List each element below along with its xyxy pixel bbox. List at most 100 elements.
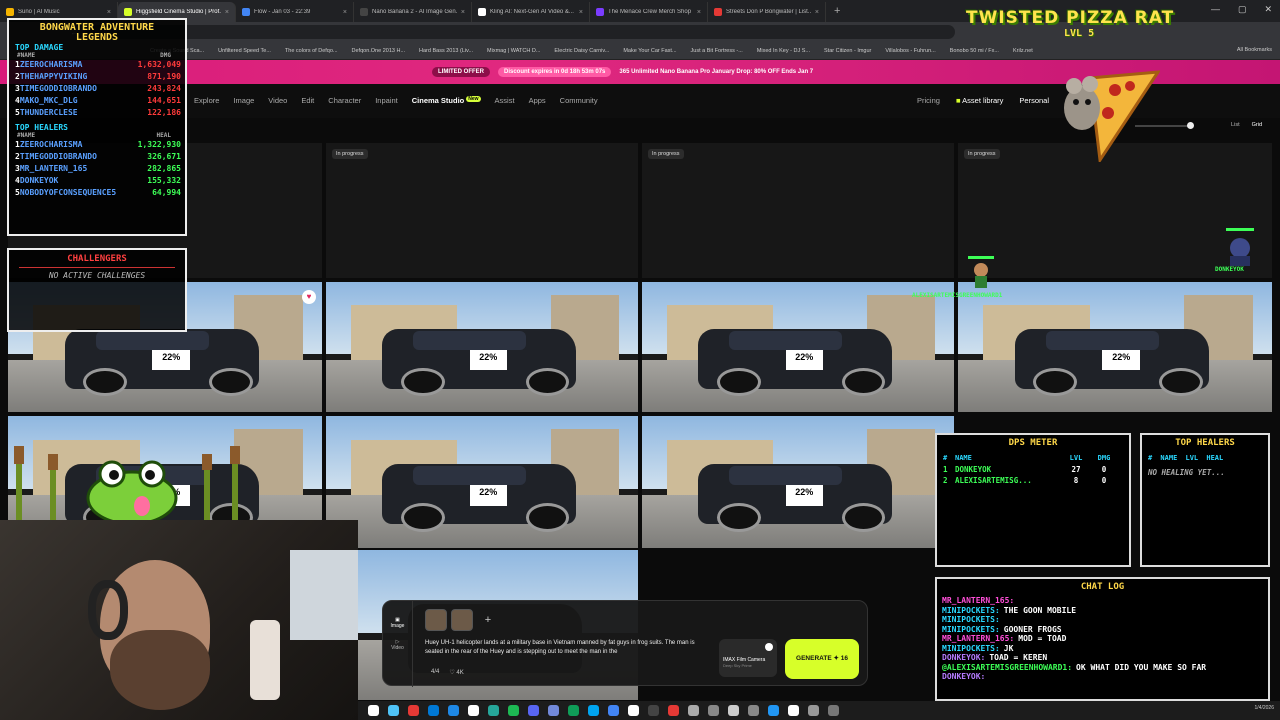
close-tab-icon[interactable]: ×	[107, 9, 111, 16]
nav-image[interactable]: Image	[233, 96, 254, 105]
taskbar-app-icon[interactable]	[808, 705, 819, 716]
bookmark-item[interactable]: Krilz.net	[1013, 48, 1033, 54]
taskbar-app-icon[interactable]	[408, 705, 419, 716]
generated-image[interactable]: 22%	[326, 416, 638, 548]
browser-tab[interactable]: Streets Don P Bongwater | List... ×	[708, 2, 826, 22]
bookmark-item[interactable]: Defqon.One 2013 H...	[352, 48, 406, 54]
taskbar-app-icon[interactable]	[708, 705, 719, 716]
taskbar-app-icon[interactable]	[608, 705, 619, 716]
close-tab-icon[interactable]: ×	[815, 9, 819, 16]
reference-image[interactable]	[425, 609, 447, 631]
maximize-button[interactable]: ▢	[1238, 4, 1247, 15]
taskbar-app-icon[interactable]	[528, 705, 539, 716]
browser-tab[interactable]: The Menace Crew Merch Shop ×	[590, 2, 708, 22]
taskbar-app-icon[interactable]	[548, 705, 559, 716]
close-tab-icon[interactable]: ×	[225, 9, 229, 16]
close-window-button[interactable]: ✕	[1264, 4, 1272, 15]
reference-image[interactable]	[451, 609, 473, 631]
bookmark-item[interactable]: Unfiltered Speed Te...	[218, 48, 271, 54]
bookmark-item[interactable]: Bonobo 50 mi / Fx...	[950, 48, 999, 54]
taskbar-app-icon[interactable]	[688, 705, 699, 716]
browser-tab[interactable]: Nano Banana 2 - AI Image Gen... ×	[354, 2, 472, 22]
taskbar-app-icon[interactable]	[748, 705, 759, 716]
taskbar-app-icon[interactable]	[828, 705, 839, 716]
leaderboard-name: THEHAPPYVIKING	[19, 72, 88, 81]
grid-cell-pending[interactable]: In progress	[642, 143, 954, 278]
nav-character[interactable]: Character	[328, 96, 361, 105]
favorite-heart-icon[interactable]: ♥	[302, 290, 316, 304]
personal-workspace[interactable]: Personal	[1019, 96, 1049, 105]
new-tab-button[interactable]: +	[826, 5, 848, 17]
bookmark-item[interactable]: Just a Bit Fortress -...	[691, 48, 743, 54]
browser-tab[interactable]: Kling AI: Next-Gen AI Video &... ×	[472, 2, 590, 22]
bookmark-item[interactable]: Mixed In Key - DJ S...	[757, 48, 810, 54]
webcam-bottle	[250, 620, 280, 700]
chat-log-panel: CHAT LOG MR_LANTERN_165: MINIPOCKETS: THE …	[935, 577, 1270, 701]
taskbar-app-icon[interactable]	[628, 705, 639, 716]
chat-username: MR_LANTERN_165:	[942, 596, 1015, 605]
taskbar-app-icon[interactable]	[788, 705, 799, 716]
grid-cell-pending[interactable]: In progress	[326, 143, 638, 278]
generated-image[interactable]: 22%	[326, 282, 638, 412]
nav-apps[interactable]: Apps	[529, 96, 546, 105]
close-tab-icon[interactable]: ×	[579, 9, 583, 16]
taskbar-app-icon[interactable]	[368, 705, 379, 716]
close-tab-icon[interactable]: ×	[343, 9, 347, 16]
bookmark-item[interactable]: Make Your Car Fast...	[623, 48, 676, 54]
taskbar-app-icon[interactable]	[448, 705, 459, 716]
taskbar-app-icon[interactable]	[728, 705, 739, 716]
taskbar-app-icon[interactable]	[668, 705, 679, 716]
generated-image[interactable]: 22%	[642, 282, 954, 412]
taskbar-app-icon[interactable]	[568, 705, 579, 716]
asset-library-button[interactable]: ■ Asset library	[956, 96, 1003, 105]
nav-explore[interactable]: Explore	[194, 96, 219, 105]
taskbar-app-icon[interactable]	[428, 705, 439, 716]
nav-video[interactable]: Video	[268, 96, 287, 105]
mode-video[interactable]: ▷ Video	[383, 629, 412, 651]
chat-message: MINIPOCKETS: GOONER FROGS	[937, 625, 1268, 635]
nav-inpaint[interactable]: Inpaint	[375, 96, 398, 105]
nav-cinema-studio[interactable]: Cinema Studio New	[412, 96, 481, 105]
quality-toggle[interactable]: ♡ 4K	[449, 669, 463, 676]
prompt-input[interactable]: Huey UH-1 helicopter lands at a military…	[425, 639, 711, 657]
bookmark-item[interactable]: Villalobos - Fuhrun...	[885, 48, 935, 54]
bookmark-item[interactable]: The colors of Defqo...	[285, 48, 338, 54]
car-decal: 22%	[1102, 349, 1141, 371]
grid-view-button[interactable]: Grid	[1252, 122, 1262, 128]
taskbar-app-icon[interactable]	[648, 705, 659, 716]
list-view-button[interactable]: List	[1231, 122, 1240, 128]
challengers-panel: CHALLENGERS NO ACTIVE CHALLENGES	[7, 248, 187, 332]
nav-pricing[interactable]: Pricing	[917, 96, 940, 105]
taskbar-app-icon[interactable]	[508, 705, 519, 716]
address-bar[interactable]	[85, 25, 955, 39]
bookmark-item[interactable]: Mixmag | WATCH D...	[487, 48, 540, 54]
camera-preset-card[interactable]: IMAX Film Camera Deep Sky Prime	[719, 639, 777, 677]
mode-image[interactable]: ▣ Image	[383, 601, 412, 629]
bookmark-item[interactable]: Hard Bass 2013 (Liv...	[419, 48, 473, 54]
zoom-slider-handle[interactable]	[1187, 122, 1194, 129]
taskbar-app-icon[interactable]	[588, 705, 599, 716]
all-bookmarks[interactable]: All Bookmarks	[1237, 47, 1272, 53]
taskbar-app-icon[interactable]	[488, 705, 499, 716]
batch-count[interactable]: 4/4	[431, 669, 439, 676]
taskbar-app-icon[interactable]	[768, 705, 779, 716]
bookmark-item[interactable]: Electric Daisy Carniv...	[554, 48, 609, 54]
generated-image[interactable]: 22%	[958, 282, 1272, 412]
leaderboard-entry: 5THUNDERCLESE	[15, 107, 78, 119]
close-tab-icon[interactable]: ×	[697, 9, 701, 16]
add-reference-button[interactable]: +	[477, 609, 499, 631]
generate-button[interactable]: GENERATE ✦ 16	[785, 639, 859, 679]
nav-edit[interactable]: Edit	[301, 96, 314, 105]
leaderboard-entry: 4DONKEYOK	[15, 175, 58, 187]
nav-community[interactable]: Community	[560, 96, 598, 105]
browser-tab[interactable]: Flow - Jan 03 - 22:39 ×	[236, 2, 354, 22]
generated-image[interactable]: 22%	[642, 416, 954, 548]
chat-text: TOAD = KEREN	[989, 653, 1048, 662]
webcam-person-beard	[110, 630, 210, 710]
nav-assist[interactable]: Assist	[495, 96, 515, 105]
close-tab-icon[interactable]: ×	[461, 9, 465, 16]
taskbar-app-icon[interactable]	[388, 705, 399, 716]
taskbar-app-icon[interactable]	[468, 705, 479, 716]
bookmark-item[interactable]: Star Citizen - Imgur	[824, 48, 871, 54]
minimize-button[interactable]: —	[1211, 4, 1220, 15]
